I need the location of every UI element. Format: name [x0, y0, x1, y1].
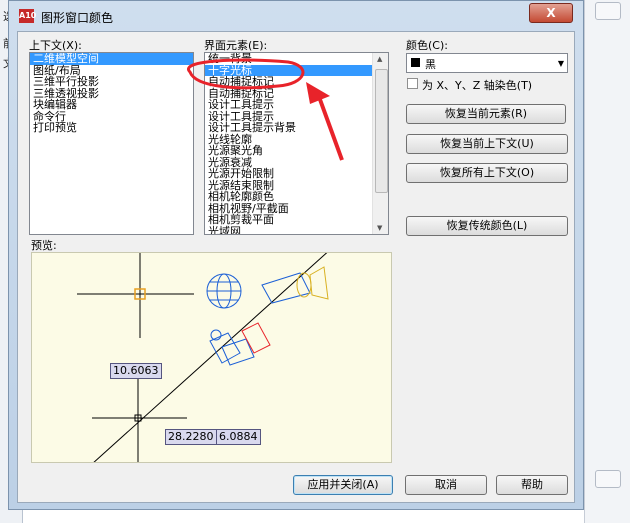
element-item[interactable]: 相机轮廓颜色 — [205, 191, 388, 203]
tint-axes-label: 为 X、Y、Z 轴染色(T) — [422, 79, 533, 92]
interface-elements-listbox[interactable]: 统一背景 十字光标 自动捕捉标记 自动捕捉标记 设计工具提示 设计工具提示 设计… — [204, 52, 389, 235]
restore-all-contexts-button[interactable]: 恢复所有上下文(O) — [406, 163, 568, 183]
background-app-panel-right — [584, 0, 630, 523]
scroll-thumb[interactable] — [375, 69, 388, 193]
restore-current-context-button[interactable]: 恢复当前上下文(U) — [406, 134, 568, 154]
element-item[interactable]: 设计工具提示背景 — [205, 122, 388, 134]
dialog-title: 图形窗口颜色 — [41, 11, 114, 25]
restore-current-element-button[interactable]: 恢复当前元素(R) — [406, 104, 566, 124]
apply-and-close-button[interactable]: 应用并关闭(A) — [293, 475, 393, 495]
context-item[interactable]: 三维平行投影 — [30, 76, 193, 88]
context-item[interactable]: 块编辑器 — [30, 99, 193, 111]
element-item[interactable]: 光源聚光角 — [205, 145, 388, 157]
vertical-scrollbar[interactable]: ▲ ▼ — [372, 53, 388, 234]
color-dropdown[interactable]: 黑 ▼ — [406, 53, 568, 73]
background-button[interactable] — [595, 470, 621, 488]
scroll-up-arrow-icon[interactable]: ▲ — [377, 55, 382, 63]
context-listbox[interactable]: 二维模型空间 图纸/布局 三维平行投影 三维透视投影 块编辑器 命令行 打印预览 — [29, 52, 194, 235]
autocad-app-icon: A10 — [19, 9, 36, 23]
cancel-button[interactable]: 取消 — [405, 475, 487, 495]
context-item[interactable]: 打印预览 — [30, 122, 193, 134]
element-item[interactable]: 统一背景 — [205, 53, 388, 65]
tint-axes-checkbox[interactable] — [407, 78, 418, 89]
element-item[interactable]: 光域网 — [205, 225, 388, 234]
title-bar[interactable]: A10 图形窗口颜色 X — [9, 1, 583, 31]
close-button[interactable]: X — [529, 3, 573, 23]
element-item[interactable]: 相机剪裁平面 — [205, 214, 388, 226]
dimension-value-label: 28.2280 — [165, 429, 217, 445]
interface-elements-label: 界面元素(E): — [204, 39, 268, 52]
background-close-button[interactable] — [595, 2, 621, 20]
help-button[interactable]: 帮助 — [496, 475, 568, 495]
dialog-body: 上下文(X): 二维模型空间 图纸/布局 三维平行投影 三维透视投影 块编辑器 … — [17, 31, 575, 503]
element-item[interactable]: 光源开始限制 — [205, 168, 388, 180]
context-item[interactable]: 二维模型空间 — [30, 53, 193, 65]
dimension-value-label: 6.0884 — [216, 429, 261, 445]
preview-label: 预览: — [31, 239, 57, 252]
chevron-down-icon[interactable]: ▼ — [558, 59, 564, 68]
element-item[interactable]: 设计工具提示 — [205, 99, 388, 111]
context-label: 上下文(X): — [29, 39, 82, 52]
color-swatch — [411, 58, 420, 67]
color-value: 黑 — [425, 58, 436, 71]
scroll-down-arrow-icon[interactable]: ▼ — [377, 224, 382, 232]
element-item[interactable]: 自动捕捉标记 — [205, 76, 388, 88]
color-label: 颜色(C): — [406, 39, 448, 52]
restore-classic-colors-button[interactable]: 恢复传统颜色(L) — [406, 216, 568, 236]
graphics-window-colors-dialog: A10 图形窗口颜色 X 上下文(X): 二维模型空间 图纸/布局 三维平行投影… — [8, 0, 584, 510]
dimension-value-label: 10.6063 — [110, 363, 162, 379]
preview-canvas: 10.6063 28.2280 6.0884 — [31, 252, 392, 463]
